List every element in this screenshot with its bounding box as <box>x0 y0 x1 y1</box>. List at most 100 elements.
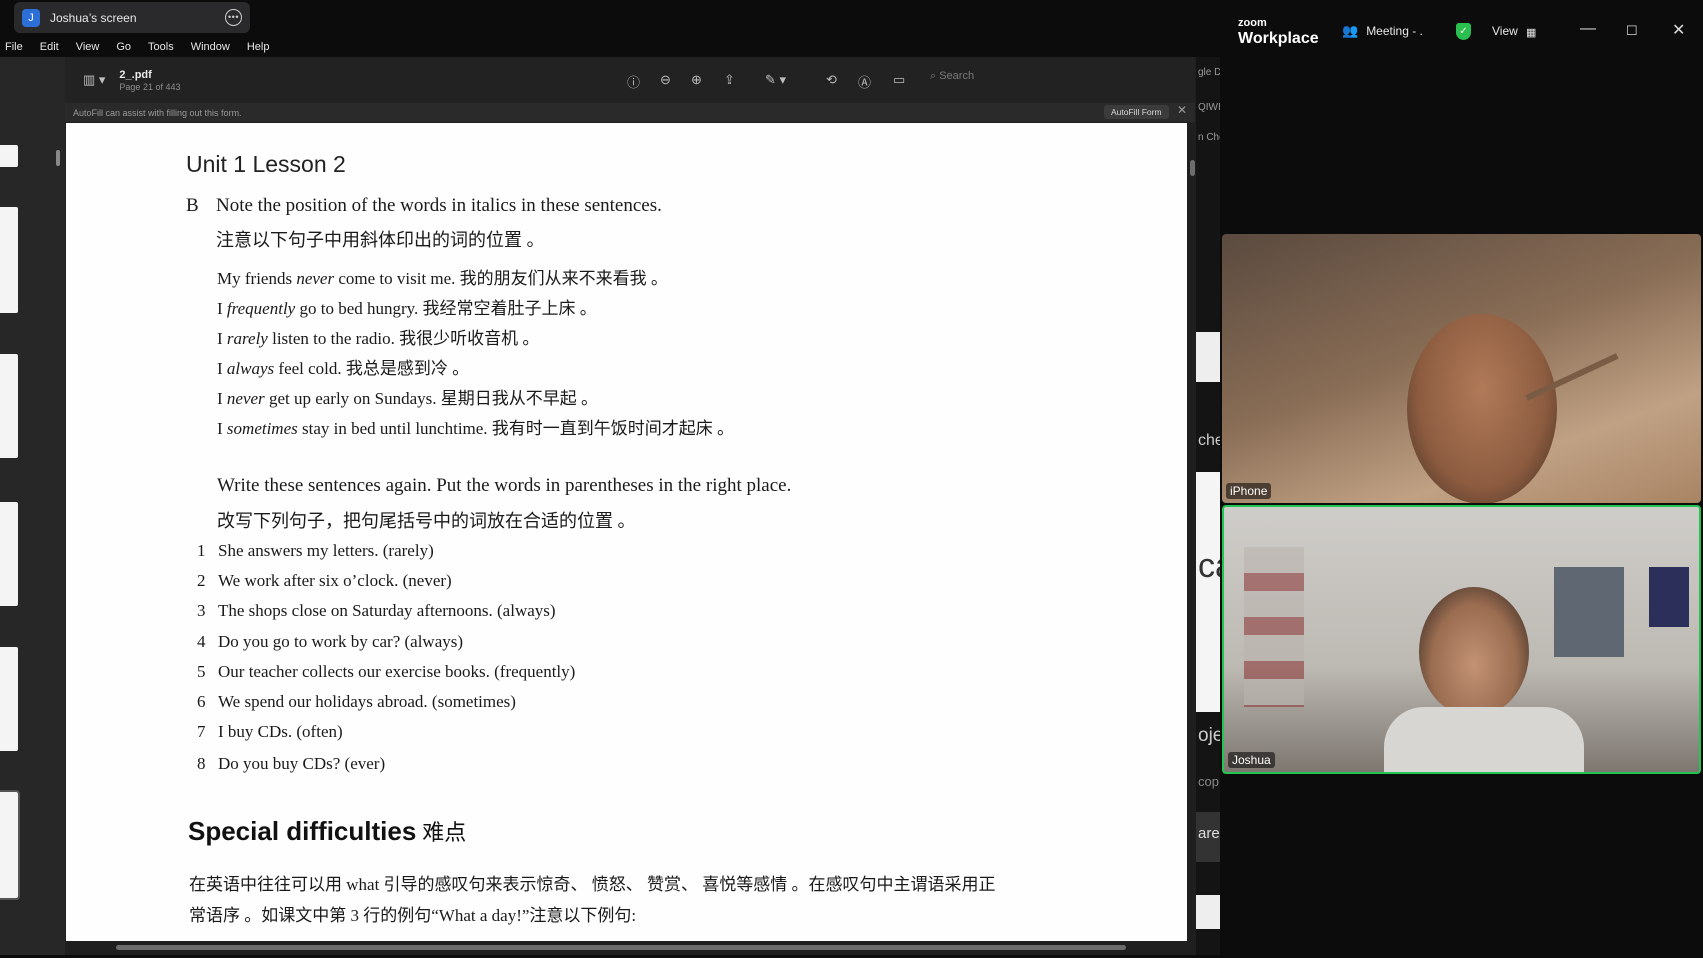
menu-window[interactable]: Window <box>191 41 230 53</box>
background-panel <box>1196 895 1220 929</box>
background-text: n Che <box>1198 132 1220 143</box>
autofill-banner: AutoFill can assist with filling out thi… <box>65 103 1195 122</box>
autofill-message: AutoFill can assist with filling out thi… <box>73 107 242 118</box>
exercise-item: The shops close on Saturday afternoons. … <box>218 601 556 620</box>
background-text: che <box>1198 432 1220 449</box>
page-thumbnail[interactable] <box>0 207 18 313</box>
exercise-instruction-chinese: 改写下列句子，把句尾括号中的词放在合适的位置 。 <box>217 511 636 531</box>
page-thumbnail-selected[interactable] <box>0 790 20 900</box>
more-options-icon[interactable]: ••• <box>225 9 242 26</box>
participant-name: Joshua <box>1228 752 1275 768</box>
paragraph-line: 常语序 。如课文中第 3 行的例句“What a day!”注意以下例句: <box>189 906 637 925</box>
share-title: Joshua’s screen <box>50 10 137 25</box>
background-text: cop <box>1198 774 1219 789</box>
zoom-in-icon[interactable]: ⊕ <box>691 72 702 88</box>
exercise-number: 4 <box>197 632 206 651</box>
exercise-number: 3 <box>197 601 206 620</box>
participant-video <box>1407 314 1557 503</box>
menu-tools[interactable]: Tools <box>148 41 174 53</box>
page-indicator: Page 21 of 443 <box>119 81 181 92</box>
exercise-item: We spend our holidays abroad. (sometimes… <box>218 692 516 711</box>
zoom-out-icon[interactable]: ⊖ <box>660 72 671 88</box>
example-sentence: I always feel cold. 我总是感到冷 。 <box>217 359 470 378</box>
menu-edit[interactable]: Edit <box>40 41 59 53</box>
search-icon: ⌕ <box>930 70 940 82</box>
background-text: are <box>1198 825 1220 842</box>
participants-icon: 👥 <box>1342 23 1359 38</box>
search-placeholder: Search <box>939 70 975 82</box>
menu-help[interactable]: Help <box>247 41 270 53</box>
participant-video <box>1419 587 1529 717</box>
search-field[interactable]: ⌕ Search <box>930 70 974 83</box>
view-menu[interactable]: View <box>1492 24 1518 38</box>
section-letter: B <box>186 195 199 216</box>
section-heading: Special difficulties 难点 <box>188 815 466 847</box>
screen-share-indicator[interactable]: J Joshua’s screen ••• <box>14 2 250 33</box>
menu-bar: File Edit View Go Tools Window Help <box>0 38 1220 56</box>
minimize-icon[interactable]: — <box>1580 20 1596 38</box>
sharer-avatar: J <box>22 8 40 27</box>
horizontal-scrollbar[interactable] <box>116 945 1126 950</box>
share-icon[interactable]: ⇪ <box>724 72 735 88</box>
rotate-icon[interactable]: ⟲ <box>826 72 837 88</box>
video-tile[interactable]: iPhone <box>1222 234 1701 503</box>
annotate-icon[interactable]: Ⓐ <box>858 72 871 91</box>
background-window-edge: gle D QIWI n Che che ca oje cop are <box>1196 57 1220 955</box>
menu-go[interactable]: Go <box>116 41 131 53</box>
example-sentence: I frequently go to bed hungry. 我经常空着肚子上床… <box>217 299 597 318</box>
instruction-chinese: 注意以下句子中用斜体印出的词的位置 。 <box>216 230 545 250</box>
unit-title: Unit 1 Lesson 2 <box>186 151 346 177</box>
special-title: Special difficulties <box>188 816 417 846</box>
menu-view[interactable]: View <box>76 41 100 53</box>
sign-icon[interactable]: ▭ <box>893 72 905 88</box>
participant-shoulders <box>1384 707 1584 772</box>
example-sentence: My friends never come to visit me. 我的朋友们… <box>217 269 668 288</box>
exercise-number: 8 <box>197 754 206 773</box>
page-thumbnail[interactable] <box>0 354 18 458</box>
page-thumbnail[interactable] <box>0 145 18 167</box>
close-window-icon[interactable]: ✕ <box>1672 20 1685 40</box>
thumbnail-sidebar <box>0 57 65 955</box>
instruction-english: Note the position of the words in italic… <box>216 195 662 216</box>
menu-file[interactable]: File <box>5 41 23 53</box>
markup-pen-icon[interactable]: ✎ ▾ <box>765 72 786 88</box>
background-panel <box>1196 332 1220 382</box>
security-shield-icon[interactable]: ✓ <box>1456 23 1471 40</box>
background-text: oje <box>1198 725 1220 746</box>
pdf-page: Unit 1 Lesson 2 B Note the position of t… <box>66 123 1187 941</box>
sidebar-scrollbar[interactable] <box>56 150 60 166</box>
meeting-menu[interactable]: 👥 Meeting - . <box>1342 23 1423 39</box>
exercise-number: 2 <box>197 571 206 590</box>
close-icon[interactable]: ✕ <box>1177 103 1187 117</box>
example-sentence: I never get up early on Sundays. 星期日我从不早… <box>217 389 599 408</box>
example-sentence: I sometimes stay in bed until lunchtime.… <box>217 419 735 438</box>
special-title-chinese: 难点 <box>422 820 467 845</box>
exercise-item: Our teacher collects our exercise books.… <box>218 662 576 681</box>
window-blind <box>1554 567 1624 657</box>
poster <box>1649 567 1689 627</box>
exercise-number: 6 <box>197 692 206 711</box>
exercise-item: Do you buy CDs? (ever) <box>218 754 386 773</box>
exercise-item: I buy CDs. (often) <box>218 722 343 741</box>
wall-frames <box>1244 547 1304 707</box>
vertical-scrollbar[interactable] <box>1190 160 1195 176</box>
background-text: QIWI <box>1198 102 1220 113</box>
sidebar-toggle-icon[interactable]: ▥ ▾ <box>83 72 105 88</box>
meeting-label: Meeting - . <box>1366 24 1423 38</box>
exercise-number: 7 <box>197 722 206 741</box>
document-title: 2_.pdf <box>119 68 152 81</box>
zoom-logo: zoom Workplace <box>1238 17 1319 47</box>
info-icon[interactable]: ⓘ <box>627 72 640 91</box>
example-sentence: I rarely listen to the radio. 我很少听收音机 。 <box>217 329 540 348</box>
maximize-icon[interactable]: ☐ <box>1626 23 1638 39</box>
exercise-item: She answers my letters. (rarely) <box>218 541 434 560</box>
exercise-number: 5 <box>197 662 206 681</box>
autofill-form-button[interactable]: AutoFill Form <box>1104 105 1169 119</box>
background-text: ca <box>1198 547 1220 585</box>
participant-name: iPhone <box>1226 483 1272 499</box>
exercise-number: 1 <box>197 541 206 560</box>
page-thumbnail[interactable] <box>0 502 18 606</box>
page-thumbnail[interactable] <box>0 647 18 751</box>
background-panel <box>1196 472 1220 712</box>
video-tile-active-speaker[interactable]: Joshua <box>1222 505 1701 774</box>
